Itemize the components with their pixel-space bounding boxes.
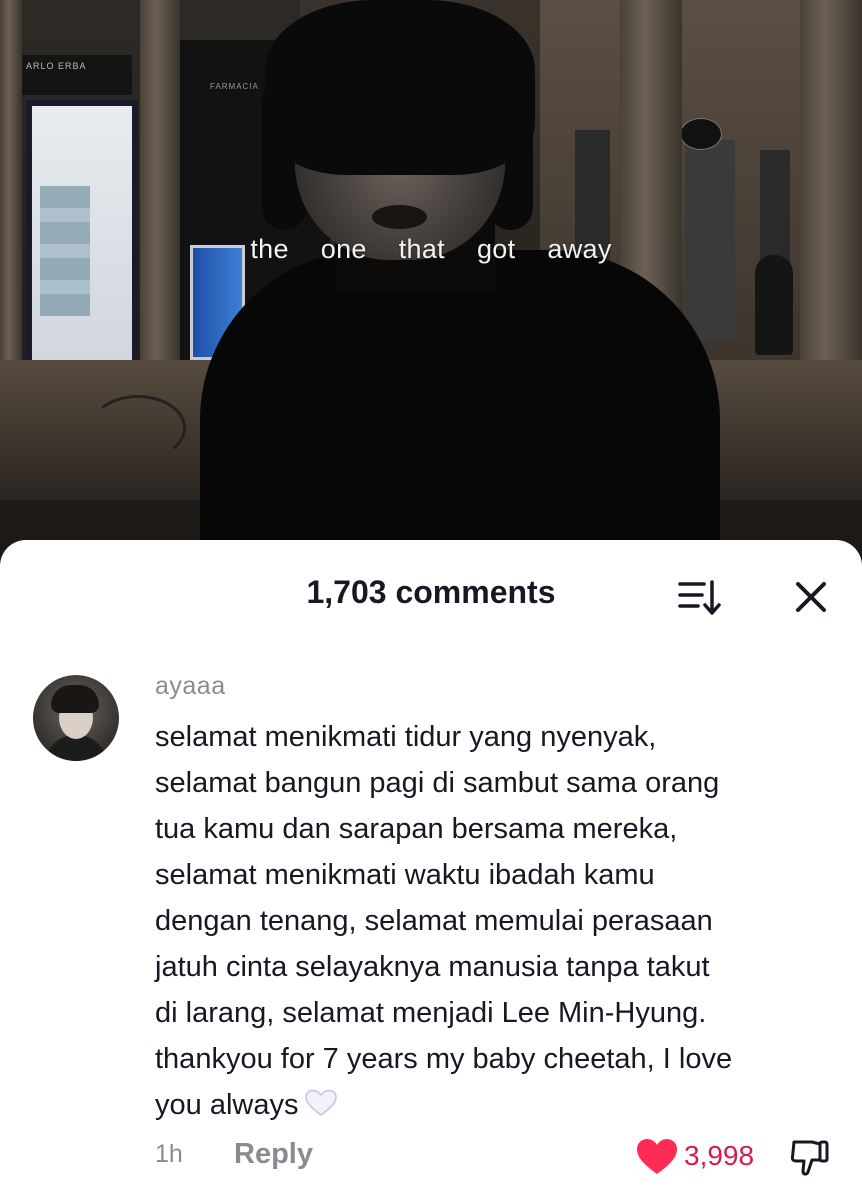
- comment-username[interactable]: ayaaa: [155, 672, 226, 701]
- caption-word: got: [476, 234, 516, 264]
- comment-text: selamat menikmati tidur yang nyenyak, se…: [155, 721, 733, 1121]
- person-hair: [265, 0, 535, 175]
- shop-sign: ARLO ERBA: [22, 55, 132, 95]
- comment-timestamp: 1h: [155, 1140, 183, 1168]
- video-player[interactable]: ARLO ERBA FARMACIA the one that got away: [0, 0, 862, 560]
- caption-word: away: [547, 234, 612, 264]
- close-icon[interactable]: [790, 576, 832, 618]
- caption-word: the: [250, 234, 289, 264]
- heart-like-icon[interactable]: [636, 1138, 678, 1176]
- white-heart-icon: [305, 1089, 338, 1116]
- caption-word: that: [398, 234, 445, 264]
- avatar[interactable]: [33, 675, 119, 761]
- comment-meta-row: 1h Reply 3,998: [0, 1138, 862, 1190]
- person-body: [200, 250, 720, 560]
- reply-button[interactable]: Reply: [234, 1138, 313, 1171]
- pharmacy-sign: FARMACIA: [210, 82, 259, 91]
- pillar: [800, 0, 862, 400]
- pedestrian: [755, 255, 793, 355]
- comment-count-title: 1,703 comments: [306, 574, 556, 610]
- pillar: [140, 0, 180, 380]
- store-logo-sign: [680, 118, 722, 150]
- comment-body: selamat menikmati tidur yang nyenyak, se…: [155, 714, 845, 1128]
- sort-icon[interactable]: [676, 578, 722, 618]
- bicycle: [90, 395, 186, 461]
- caption-word: one: [320, 234, 367, 264]
- thumbs-down-icon[interactable]: [790, 1136, 830, 1178]
- video-caption: the one that got away: [0, 234, 862, 265]
- comments-sheet: 1,703 comments ayaaa selamat menikmati t…: [0, 540, 862, 1199]
- like-count: 3,998: [684, 1140, 755, 1171]
- comments-header: 1,703 comments: [0, 540, 862, 650]
